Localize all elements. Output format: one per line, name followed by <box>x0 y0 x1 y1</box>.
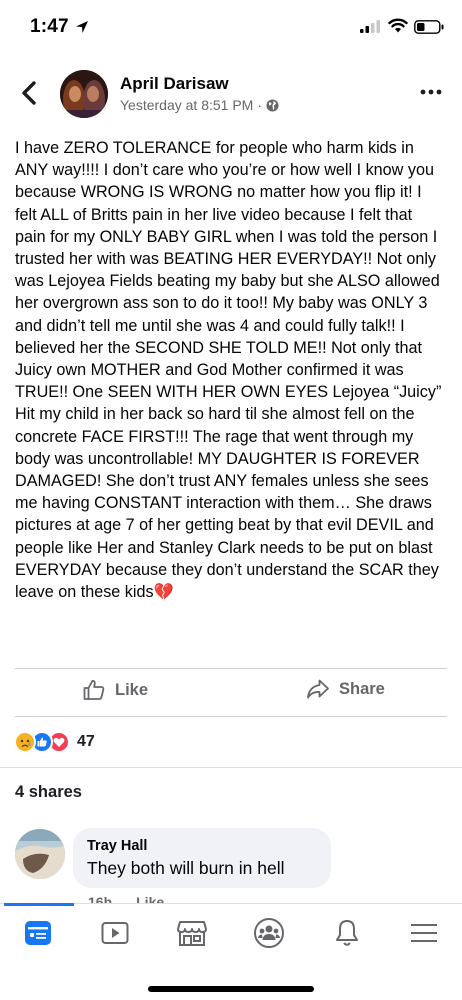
comment-text: They both will burn in hell <box>87 858 285 878</box>
sad-reaction-icon <box>14 731 36 753</box>
author-avatar[interactable] <box>60 70 108 118</box>
post-paragraph: I have ZERO TOLERANCE for people who har… <box>15 139 442 602</box>
divider <box>0 767 462 768</box>
share-button[interactable]: Share <box>306 678 385 700</box>
shares-count[interactable]: 4 shares <box>15 783 82 802</box>
tab-watch[interactable] <box>97 916 133 950</box>
news-feed-icon <box>25 921 51 945</box>
meta-separator: · <box>257 97 263 113</box>
post-text: I have ZERO TOLERANCE for people who har… <box>15 137 447 603</box>
reactions-summary[interactable]: 47 <box>14 730 95 754</box>
commenter-avatar[interactable] <box>15 829 65 879</box>
bottom-tab-bar <box>0 903 462 1000</box>
tab-news-feed[interactable] <box>20 916 56 950</box>
reaction-count: 47 <box>77 733 95 750</box>
share-arrow-icon <box>307 679 329 699</box>
battery-icon <box>414 20 444 34</box>
notifications-bell-icon <box>336 920 358 946</box>
divider <box>15 716 447 717</box>
tab-notifications[interactable] <box>329 916 365 950</box>
menu-hamburger-icon <box>411 924 437 942</box>
watch-video-icon <box>101 922 129 944</box>
share-label: Share <box>339 679 385 698</box>
post-actions: Like Share <box>0 668 462 716</box>
status-bar: 1:47 <box>0 0 462 56</box>
post-meta: Yesterday at 8:51 PM · <box>120 97 279 113</box>
cellular-signal-icon <box>360 20 380 33</box>
location-arrow-icon <box>76 21 88 33</box>
tab-menu[interactable] <box>406 916 442 950</box>
thumbs-up-icon <box>83 679 105 700</box>
marketplace-store-icon <box>177 921 207 946</box>
status-time: 1:47 <box>30 16 69 37</box>
groups-icon <box>254 918 284 948</box>
wifi-icon <box>388 18 408 33</box>
post-header: April Darisaw Yesterday at 8:51 PM · <box>0 66 462 122</box>
home-indicator[interactable] <box>148 986 314 992</box>
comment-author[interactable]: Tray Hall <box>87 838 317 854</box>
tab-marketplace[interactable] <box>174 916 210 950</box>
post-author-name[interactable]: April Darisaw <box>120 74 229 94</box>
globe-icon <box>266 98 279 112</box>
tab-groups[interactable] <box>251 916 287 950</box>
comment-bubble[interactable]: Tray Hall They both will burn in hell <box>73 828 331 888</box>
like-label: Like <box>115 680 149 699</box>
back-chevron-icon[interactable] <box>18 80 42 106</box>
more-options-icon[interactable] <box>420 82 442 102</box>
post-timestamp[interactable]: Yesterday at 8:51 PM <box>120 97 253 113</box>
like-button[interactable]: Like <box>82 678 148 702</box>
active-tab-indicator <box>4 903 74 906</box>
